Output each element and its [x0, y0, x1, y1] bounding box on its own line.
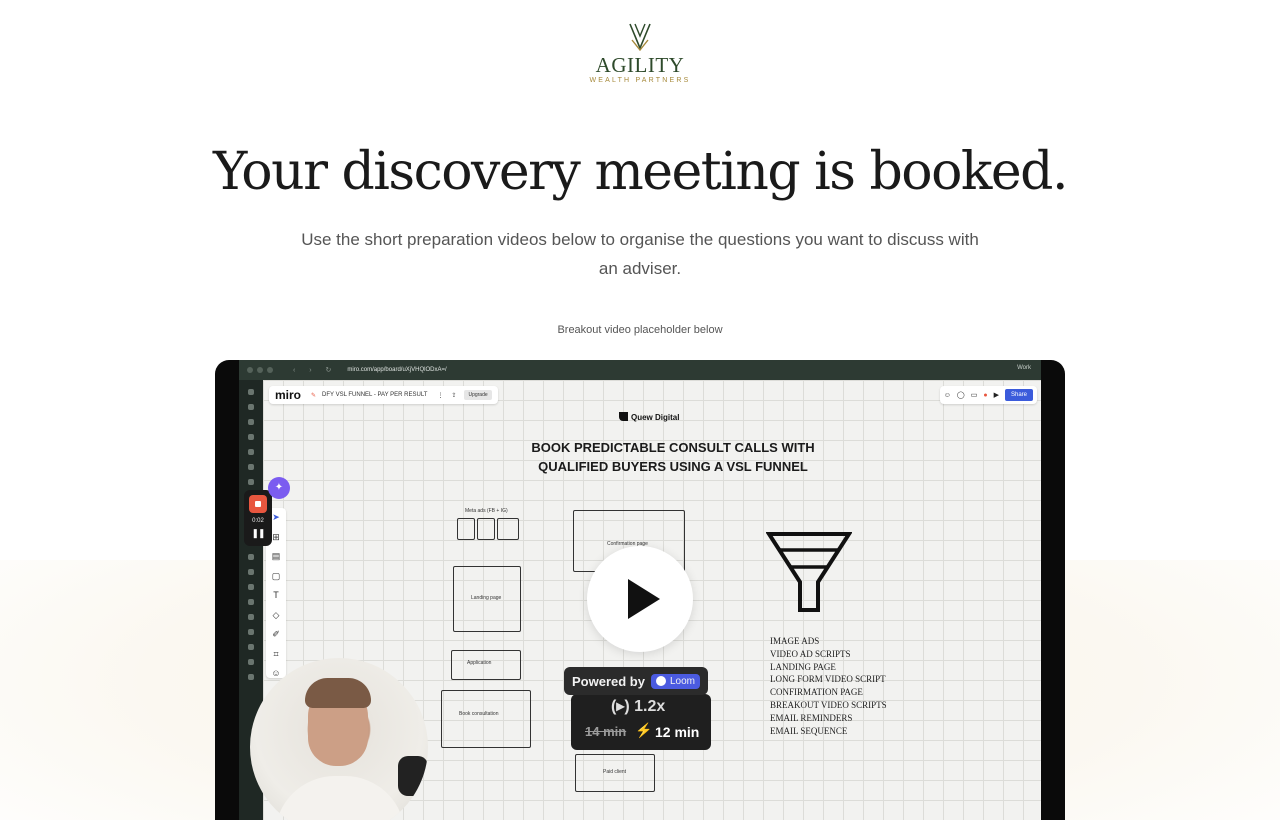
present-icon: ▶: [993, 392, 999, 399]
agility-logo-icon: [629, 23, 651, 52]
page-title: Your discovery meeting is booked.: [213, 142, 1068, 202]
pause-icon: ❚❚: [251, 528, 265, 538]
reactions-icon: ☺: [943, 391, 951, 399]
frame-tool-icon: ▤: [271, 551, 281, 561]
brand-name: AGILITY: [595, 53, 685, 77]
original-duration: 14 min: [585, 724, 627, 739]
camera-icon: ▭: [970, 392, 978, 399]
list-item: VIDEO AD SCRIPTS: [770, 648, 851, 659]
browser-bar: ‹ › ↻ miro.com/app/board/uXjVHQlODxA=/ W…: [239, 360, 1041, 380]
page-subtitle: Use the short preparation videos below t…: [301, 230, 979, 278]
sketch-label: Application: [467, 660, 492, 666]
list-item: IMAGE ADS: [770, 636, 820, 646]
sparkle-icon: ✦: [268, 477, 290, 499]
lightning-icon: ⚡: [635, 722, 653, 738]
loom-label: Loom: [669, 675, 695, 687]
pen-tool-icon: ✐: [272, 629, 280, 639]
board-title-line-1: BOOK PREDICTABLE CONSULT CALLS WITH: [531, 440, 815, 455]
loom-icon: [655, 676, 666, 686]
upgrade-button: Upgrade: [464, 390, 492, 400]
funnel-deliverables-list: IMAGE ADS VIDEO AD SCRIPTS LANDING PAGE …: [770, 635, 887, 737]
video-player[interactable]: ‹ › ↻ miro.com/app/board/uXjVHQlODxA=/ W…: [215, 360, 1065, 820]
sketch-box: [457, 518, 475, 540]
miro-logo: miro: [275, 388, 302, 402]
sketch-box: [477, 518, 495, 540]
list-item: CONFIRMATION PAGE: [770, 687, 863, 698]
loom-badge: Loom: [650, 673, 700, 689]
sketch-box: [441, 690, 531, 748]
chat-icon: ◯: [956, 392, 965, 399]
recording-controls: 0:02 ❚❚: [244, 490, 272, 546]
board-brand: Quew Digital: [619, 412, 679, 422]
powered-by-loom[interactable]: Powered by Loom: [564, 667, 708, 695]
list-item: LONG FORM VIDEO SCRIPT: [770, 674, 886, 685]
sticky-tool-icon: ▢: [271, 570, 281, 581]
share-button: Share: [1004, 389, 1033, 401]
pencil-icon: ✎: [311, 392, 317, 399]
list-item: EMAIL SEQUENCE: [770, 725, 848, 736]
sketch-label: Paid client: [603, 769, 627, 775]
board-name: DFY VSL FUNNEL - PAY PER RESULT: [322, 392, 428, 398]
text-tool-icon: T: [273, 590, 279, 600]
window-controls: [247, 367, 273, 373]
board-title-line-2: QUALIFIED BUYERS USING A VSL FUNNEL: [538, 459, 808, 474]
miro-toolbar: miro ✎ DFY VSL FUNNEL - PAY PER RESULT ⋮…: [269, 386, 498, 404]
browser-profile: Work: [1017, 365, 1031, 371]
sketch-label: Book consultation: [459, 711, 499, 717]
video-placeholder-label: Breakout video placeholder below: [557, 324, 723, 336]
miro-right-toolbar: ☺ ◯ ▭ ● ▶ Share: [939, 386, 1037, 404]
shapes-tool-icon: ◇: [272, 609, 280, 620]
list-item: EMAIL REMINDERS: [770, 712, 853, 723]
board-title: BOOK PREDICTABLE CONSULT CALLS WITH QUAL…: [473, 438, 873, 476]
more-icon: ⋮: [437, 392, 444, 399]
nav-arrows-icon: ‹ › ↻: [293, 367, 338, 374]
export-icon: ⇪: [451, 392, 457, 399]
stop-recording-icon: [249, 495, 267, 513]
list-item: LANDING PAGE: [770, 661, 836, 672]
list-item: BREAKOUT VIDEO SCRIPTS: [770, 699, 887, 710]
recording-time: 0:02: [252, 518, 264, 524]
crop-tool-icon: ⌗: [273, 648, 279, 659]
powered-by-label: Powered by: [572, 673, 645, 689]
play-button[interactable]: [587, 546, 693, 652]
duration-badge: (▸) 1.2x 14 min ⚡ 12 min: [571, 694, 711, 750]
sketch-box: [497, 518, 519, 540]
sketch-label: Meta ads (FB + IG): [465, 508, 508, 514]
playback-speed: (▸) 1.2x: [611, 698, 666, 715]
avatar: ●: [983, 391, 988, 399]
sketch-label: Landing page: [471, 595, 502, 601]
browser-url: miro.com/app/board/uXjVHQlODxA=/: [347, 367, 447, 373]
funnel-icon: [766, 532, 852, 612]
brand-subname: WEALTH PARTNERS: [589, 77, 691, 84]
brand-logo[interactable]: AGILITY WEALTH PARTNERS: [0, 22, 1280, 86]
sped-up-duration: 12 min: [655, 724, 700, 740]
